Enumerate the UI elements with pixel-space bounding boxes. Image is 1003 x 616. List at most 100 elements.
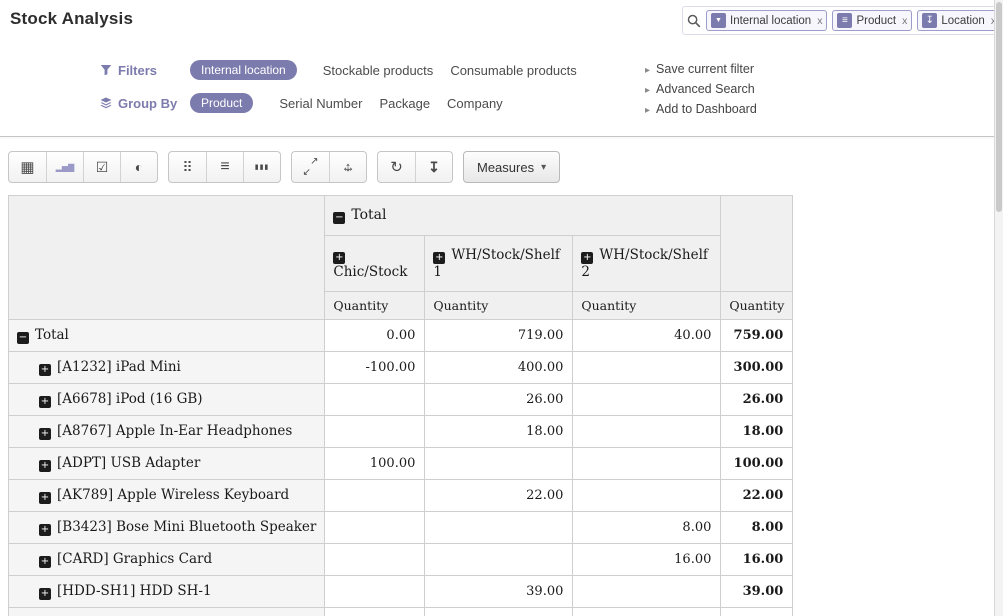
pivot-col-total-header[interactable]: −Total	[325, 196, 721, 236]
columns-button[interactable]	[243, 152, 280, 182]
expand-icon[interactable]: +	[333, 252, 345, 264]
filters-row: Filters Internal location Stockable prod…	[100, 60, 645, 80]
list-button[interactable]	[206, 152, 243, 182]
search-facet[interactable]: Productx	[832, 10, 912, 31]
search-action[interactable]: ▸ Add to Dashboard	[645, 102, 1003, 116]
toolbar-groups	[8, 151, 453, 183]
facet-remove-button[interactable]: x	[817, 15, 822, 27]
row-label: [A1232] iPad Mini	[57, 359, 181, 375]
value-cell: 45.00	[425, 608, 573, 616]
search-action[interactable]: ▸Save current filter	[645, 62, 1003, 76]
pivot-row-header[interactable]: +[HDD-SH2] HDD SH-2	[9, 608, 325, 616]
pivot-row: +[A8767] Apple In-Ear Headphones18.0018.…	[9, 416, 793, 448]
value-cell	[573, 608, 721, 616]
chevron-right-icon: ▸	[645, 65, 650, 76]
groupby-option[interactable]: Serial Number	[279, 96, 362, 111]
search-options-panel: Filters Internal location Stockable prod…	[0, 44, 1003, 136]
value-cell	[573, 352, 721, 384]
grid-button[interactable]	[169, 152, 206, 182]
facet-remove-button[interactable]: x	[902, 15, 907, 27]
groupby-label: Group By	[118, 96, 177, 111]
bar-chart-button[interactable]	[46, 152, 83, 182]
measures-button[interactable]: Measures ▾	[463, 151, 560, 183]
filter-option[interactable]: Consumable products	[450, 63, 576, 78]
pivot-col-header[interactable]: +WH/Stock/Shelf 2	[573, 236, 721, 292]
pivot-row-header[interactable]: + [A1232] iPad Mini	[9, 352, 325, 384]
groupby-option[interactable]: Company	[447, 96, 503, 111]
expand-icon[interactable]: +	[39, 364, 51, 376]
expand-icon[interactable]: +	[581, 252, 593, 264]
check-square-button[interactable]	[83, 152, 120, 182]
move-button[interactable]	[329, 152, 366, 182]
collapse-icon[interactable]: −	[17, 332, 29, 344]
groupby-toggle[interactable]: Group By	[100, 96, 190, 111]
pivot-row-header[interactable]: +[ADPT] USB Adapter	[9, 448, 325, 480]
active-groupby-pill[interactable]: Product	[190, 93, 253, 113]
value-cell	[573, 480, 721, 512]
pivot-row: +[AK789] Apple Wireless Keyboard22.0022.…	[9, 480, 793, 512]
refresh-button[interactable]	[378, 152, 415, 182]
filter-panel: Filters Internal location Stockable prod…	[100, 60, 645, 126]
expand-icon[interactable]: +	[39, 524, 51, 536]
value-cell	[573, 384, 721, 416]
value-cell: 40.00	[573, 320, 721, 352]
pivot-root-header-row: −Total	[9, 196, 793, 236]
expand-icon[interactable]: +	[39, 492, 51, 504]
collapse-icon[interactable]: −	[333, 212, 345, 224]
pivot-row: −Total0.00719.0040.00759.00	[9, 320, 793, 352]
filters-toggle[interactable]: Filters	[100, 63, 190, 78]
measure-header: Quantity	[573, 292, 721, 320]
value-cell	[425, 544, 573, 576]
pivot-row-header[interactable]: + [AK789] Apple Wireless Keyboard	[9, 480, 325, 512]
pie-chart-button[interactable]	[120, 152, 157, 182]
search-facet[interactable]: Internal locationx	[706, 10, 827, 31]
pivot-row-header[interactable]: +[CARD] Graphics Card	[9, 544, 325, 576]
pivot-toolbar: Measures ▾	[0, 137, 1003, 195]
measure-header: Quantity	[325, 292, 425, 320]
action-label: Advanced Search	[656, 82, 755, 96]
value-cell: 400.00	[425, 352, 573, 384]
expand-icon[interactable]: +	[39, 556, 51, 568]
search-action[interactable]: ▸Advanced Search	[645, 82, 1003, 96]
expand-icon[interactable]: +	[39, 588, 51, 600]
pivot-row: +[HDD-SH2] HDD SH-245.0045.00	[9, 608, 793, 616]
vertical-scrollbar[interactable]	[994, 0, 1003, 616]
chevron-right-icon: ▸	[645, 105, 650, 116]
groupby-option[interactable]: Package	[379, 96, 430, 111]
col-header-label: Chic/Stock	[333, 264, 407, 280]
pivot-row-header[interactable]: −Total	[9, 320, 325, 352]
filter-options: Stockable products Consumable products	[323, 63, 594, 78]
value-cell	[425, 512, 573, 544]
groupby-options: Serial Number Package Company	[279, 96, 519, 111]
scrollbar-thumb[interactable]	[996, 2, 1002, 212]
expand-icon[interactable]: +	[39, 396, 51, 408]
expand-icon[interactable]: +	[39, 460, 51, 472]
row-total-cell: 759.00	[721, 320, 793, 352]
expand-button[interactable]	[292, 152, 329, 182]
pivot-row-header[interactable]: +[A8767] Apple In-Ear Headphones	[9, 416, 325, 448]
value-cell	[573, 576, 721, 608]
row-total-cell: 39.00	[721, 576, 793, 608]
pivot-row-header[interactable]: +[B3423] Bose Mini Bluetooth Speaker	[9, 512, 325, 544]
pivot-row-header[interactable]: +[A6678] iPod (16 GB)	[9, 384, 325, 416]
row-label: [AK789] Apple Wireless Keyboard	[57, 487, 289, 503]
search-bar[interactable]: Internal locationxProductxLocationx	[682, 6, 1003, 35]
expand-icon[interactable]: +	[433, 252, 445, 264]
expand-icon[interactable]: +	[39, 428, 51, 440]
pivot-container: −Total +Chic/Stock+WH/Stock/Shelf 1+WH/S…	[0, 195, 1003, 616]
table-button[interactable]	[9, 152, 46, 182]
active-filter-pill[interactable]: Internal location	[190, 60, 297, 80]
action-label: Add to Dashboard	[656, 102, 757, 116]
download-button[interactable]	[415, 152, 452, 182]
pivot-row: +[HDD-SH1] HDD SH-139.0039.00	[9, 576, 793, 608]
page-title: Stock Analysis	[10, 9, 133, 29]
value-cell	[325, 480, 425, 512]
pivot-corner-cell	[9, 196, 325, 320]
pivot-col-header[interactable]: +WH/Stock/Shelf 1	[425, 236, 573, 292]
search-facet[interactable]: Locationx	[917, 10, 1001, 31]
toolbar-button-group	[8, 151, 158, 183]
pivot-row-header[interactable]: +[HDD-SH1] HDD SH-1	[9, 576, 325, 608]
value-cell: 18.00	[425, 416, 573, 448]
pivot-col-header[interactable]: +Chic/Stock	[325, 236, 425, 292]
filter-option[interactable]: Stockable products	[323, 63, 434, 78]
